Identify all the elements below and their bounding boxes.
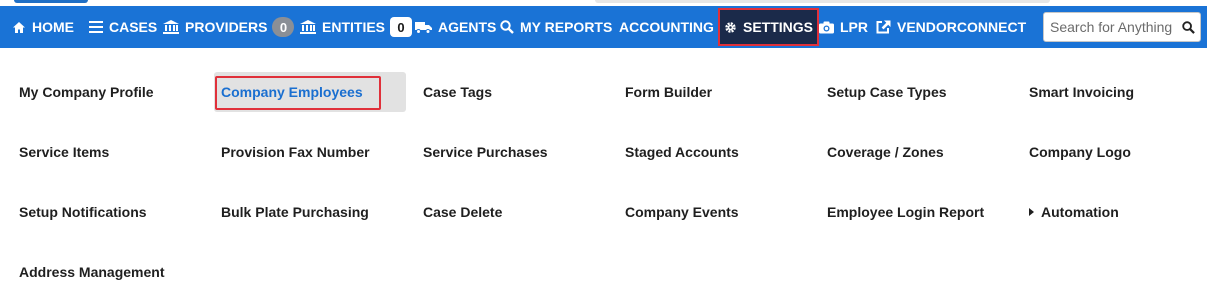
menu-item-label: Bulk Plate Purchasing	[221, 204, 369, 220]
menu-form-builder[interactable]: Form Builder	[625, 83, 712, 101]
nav-my-reports[interactable]: MY REPORTS	[500, 6, 612, 48]
menu-item-label: Address Management	[19, 264, 165, 280]
nav-cases-label: CASES	[109, 19, 158, 35]
nav-vendorconnect-label: VENDORCONNECT	[897, 19, 1027, 35]
entities-count-badge: 0	[390, 17, 413, 37]
search-icon[interactable]	[1182, 20, 1195, 34]
search-input[interactable]	[1050, 19, 1180, 35]
menu-company-employees[interactable]: Company Employees	[221, 83, 363, 101]
nav-vendorconnect[interactable]: VENDORCONNECT	[876, 6, 1026, 48]
nav-home[interactable]: HOME	[12, 6, 74, 48]
nav-agents[interactable]: AGENTS	[415, 6, 496, 48]
global-search	[1043, 12, 1201, 42]
nav-home-label: HOME	[32, 19, 74, 35]
nav-my-reports-label: MY REPORTS	[520, 19, 613, 35]
bank-icon	[300, 20, 316, 34]
menu-bulk-plate-purchasing[interactable]: Bulk Plate Purchasing	[221, 203, 369, 221]
menu-address-management[interactable]: Address Management	[19, 263, 164, 281]
menu-service-items[interactable]: Service Items	[19, 143, 109, 161]
menu-item-label: Case Delete	[423, 204, 503, 220]
menu-company-events[interactable]: Company Events	[625, 203, 739, 221]
nav-entities[interactable]: ENTITIES 0	[300, 6, 413, 48]
nav-lpr-label: LPR	[840, 19, 868, 35]
menu-item-label: Staged Accounts	[625, 144, 739, 160]
menu-case-tags[interactable]: Case Tags	[423, 83, 492, 101]
menu-item-label: Company Logo	[1029, 144, 1131, 160]
address-bar-edge	[595, 0, 1050, 3]
menu-company-logo[interactable]: Company Logo	[1029, 143, 1131, 161]
bank-icon	[163, 20, 179, 34]
caret-right-icon	[1029, 208, 1034, 217]
menu-item-label: Company Employees	[221, 84, 363, 100]
menu-item-label: Case Tags	[423, 84, 492, 100]
menu-item-label: Service Items	[19, 144, 110, 160]
menu-my-company-profile[interactable]: My Company Profile	[19, 83, 154, 101]
nav-providers-label: PROVIDERS	[185, 19, 268, 35]
nav-accounting-label: ACCOUNTING	[619, 19, 714, 35]
nav-accounting[interactable]: ACCOUNTING	[619, 6, 714, 48]
menu-item-label: Provision Fax Number	[221, 144, 370, 160]
camera-icon	[819, 21, 834, 34]
menu-lines-icon	[89, 21, 103, 33]
nav-entities-label: ENTITIES	[322, 19, 386, 35]
menu-item-label: Form Builder	[625, 84, 713, 100]
providers-count-badge: 0	[272, 17, 295, 37]
menu-item-label: Smart Invoicing	[1029, 84, 1135, 100]
menu-staged-accounts[interactable]: Staged Accounts	[625, 143, 739, 161]
nav-settings-label: SETTINGS	[743, 19, 814, 35]
menu-item-label: Employee Login Report	[827, 204, 985, 220]
menu-coverage-zones[interactable]: Coverage / Zones	[827, 143, 944, 161]
menu-item-label: Company Events	[625, 204, 739, 220]
menu-item-label: Service Purchases	[423, 144, 548, 160]
menu-employee-login-report[interactable]: Employee Login Report	[827, 203, 984, 221]
menu-setup-case-types[interactable]: Setup Case Types	[827, 83, 947, 101]
menu-item-label: Automation	[1041, 204, 1119, 220]
menu-item-label: Coverage / Zones	[827, 144, 944, 160]
gear-icon	[724, 21, 737, 34]
nav-agents-label: AGENTS	[438, 19, 497, 35]
nav-settings[interactable]: SETTINGS	[718, 8, 820, 46]
nav-cases[interactable]: CASES	[89, 6, 157, 48]
home-icon	[12, 21, 26, 34]
menu-service-purchases[interactable]: Service Purchases	[423, 143, 548, 161]
menu-item-label: Setup Notifications	[19, 204, 147, 220]
main-navbar: HOME CASES PROVIDERS 0 ENTITIES 0 AGENTS…	[0, 6, 1207, 48]
menu-item-label: Setup Case Types	[827, 84, 947, 100]
nav-lpr[interactable]: LPR	[819, 6, 868, 48]
search-icon	[500, 20, 514, 34]
menu-provision-fax-number[interactable]: Provision Fax Number	[221, 143, 370, 161]
menu-smart-invoicing[interactable]: Smart Invoicing	[1029, 83, 1134, 101]
top-tab-edge	[14, 0, 88, 3]
external-link-icon	[876, 20, 891, 34]
menu-automation[interactable]: Automation	[1029, 203, 1119, 221]
nav-providers[interactable]: PROVIDERS 0	[163, 6, 295, 48]
menu-item-label: My Company Profile	[19, 84, 154, 100]
truck-icon	[415, 21, 432, 34]
menu-setup-notifications[interactable]: Setup Notifications	[19, 203, 147, 221]
menu-case-delete[interactable]: Case Delete	[423, 203, 502, 221]
